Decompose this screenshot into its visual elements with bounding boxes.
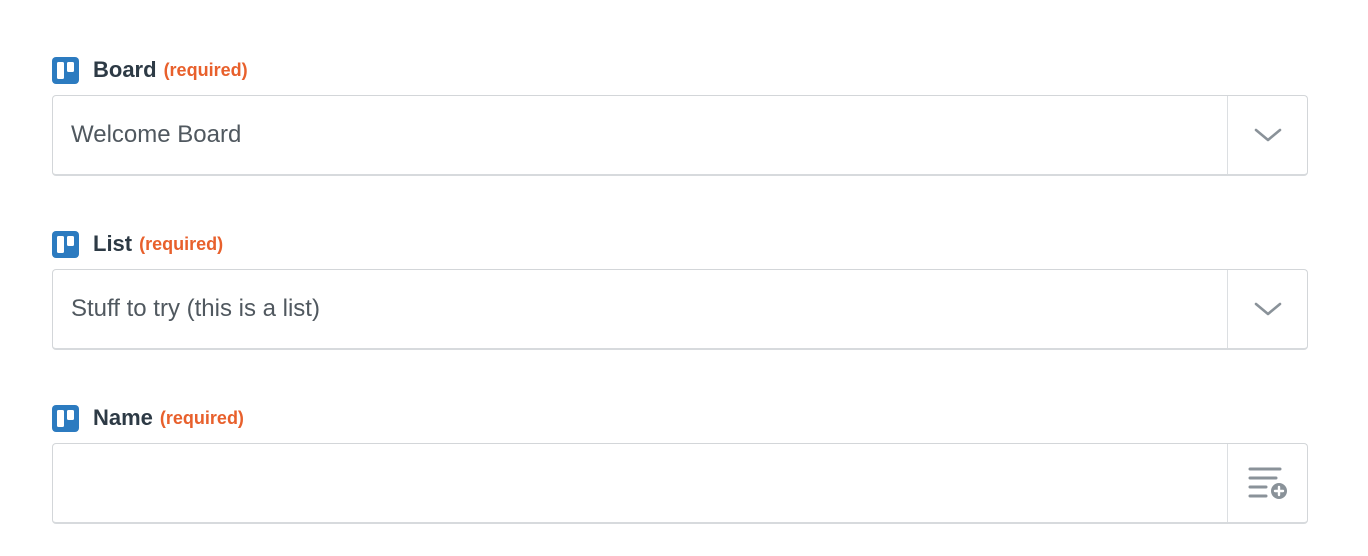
list-selected-value[interactable]: Stuff to try (this is a list): [53, 270, 1227, 348]
name-required-indicator: (required): [159, 407, 244, 428]
name-field: Name (required): [52, 401, 1308, 524]
list-required-indicator: (required): [139, 233, 224, 254]
list-label-row: List (required): [52, 227, 1308, 261]
board-field: Board (required) Welcome Board: [52, 53, 1308, 176]
insert-data-icon: [1248, 467, 1287, 499]
name-input-wrapper: [52, 443, 1308, 524]
name-label: Name: [93, 405, 153, 430]
name-input[interactable]: [53, 444, 1227, 522]
board-selected-value[interactable]: Welcome Board: [53, 96, 1227, 174]
trello-icon: [52, 56, 79, 84]
name-label-row: Name (required): [52, 401, 1308, 435]
list-dropdown-toggle[interactable]: [1227, 270, 1307, 348]
list-field: List (required) Stuff to try (this is a …: [52, 227, 1308, 350]
board-required-indicator: (required): [163, 59, 248, 80]
board-dropdown-toggle[interactable]: [1227, 96, 1307, 174]
board-label: Board: [93, 57, 157, 82]
trello-icon: [52, 404, 79, 432]
insert-data-button[interactable]: [1227, 444, 1307, 522]
board-dropdown[interactable]: Welcome Board: [52, 95, 1308, 176]
trello-icon: [52, 230, 79, 258]
chevron-down-icon: [1254, 128, 1281, 142]
chevron-down-icon: [1254, 302, 1281, 316]
list-label: List: [93, 231, 133, 256]
board-label-row: Board (required): [52, 53, 1308, 87]
list-dropdown[interactable]: Stuff to try (this is a list): [52, 269, 1308, 350]
